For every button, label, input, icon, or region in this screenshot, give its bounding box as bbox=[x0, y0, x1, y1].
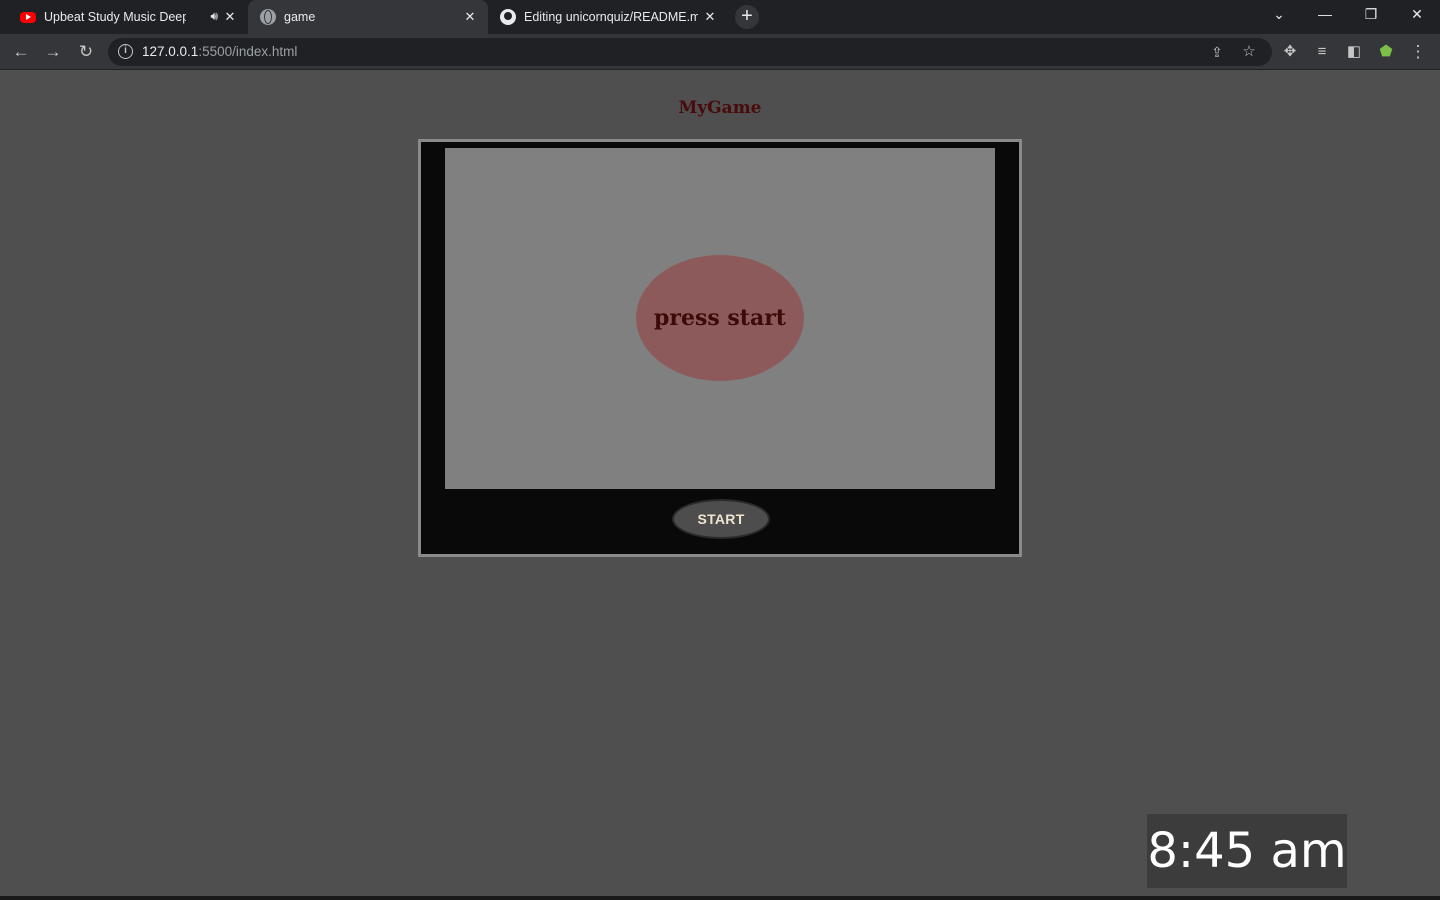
restore-icon[interactable]: ❐ bbox=[1348, 0, 1394, 30]
minimize-icon[interactable]: — bbox=[1302, 0, 1348, 30]
back-icon[interactable]: ← bbox=[9, 40, 33, 64]
game-console: press start START bbox=[418, 139, 1022, 557]
tab-github[interactable]: Editing unicornquiz/README.md ✕ bbox=[488, 0, 728, 34]
url-host: 127.0.0.1 bbox=[142, 44, 199, 59]
url-text: 127.0.0.1:5500/index.html bbox=[142, 44, 297, 59]
url-path: :5500/index.html bbox=[198, 44, 298, 59]
bottom-border bbox=[0, 896, 1440, 900]
tab-game[interactable]: game ✕ bbox=[248, 0, 488, 34]
extension-shield-icon[interactable]: ⬟ bbox=[1374, 40, 1398, 64]
start-button[interactable]: START bbox=[672, 499, 770, 539]
extensions-icon[interactable]: ✥ bbox=[1278, 40, 1302, 64]
tab-title: Editing unicornquiz/README.md bbox=[524, 10, 698, 24]
reload-icon[interactable]: ↻ bbox=[74, 40, 98, 64]
bookmark-star-icon[interactable]: ☆ bbox=[1237, 40, 1261, 64]
tab-title: game bbox=[284, 10, 316, 24]
github-icon bbox=[500, 9, 516, 25]
close-tab-icon[interactable]: ✕ bbox=[702, 9, 718, 25]
address-bar[interactable]: i 127.0.0.1:5500/index.html ⇪ ☆ bbox=[108, 38, 1272, 66]
tab-youtube[interactable]: Upbeat Study Music Deep H 🔊︎ ✕ bbox=[8, 0, 248, 34]
tab-search-icon[interactable]: ⌄ bbox=[1256, 0, 1302, 30]
youtube-icon bbox=[20, 11, 36, 23]
close-tab-icon[interactable]: ✕ bbox=[462, 9, 478, 25]
game-screen[interactable]: press start bbox=[445, 148, 995, 489]
forward-icon[interactable]: → bbox=[41, 40, 65, 64]
site-info-icon[interactable]: i bbox=[118, 44, 133, 59]
close-window-icon[interactable]: ✕ bbox=[1394, 0, 1440, 30]
speaker-icon[interactable]: 🔊︎ bbox=[210, 9, 218, 24]
tab-title: Upbeat Study Music Deep H bbox=[44, 10, 186, 24]
globe-icon bbox=[260, 9, 276, 25]
new-tab-button[interactable]: + bbox=[735, 5, 759, 29]
share-icon[interactable]: ⇪ bbox=[1205, 40, 1229, 64]
browser-toolbar: ← → ↻ i 127.0.0.1:5500/index.html ⇪ ☆ ✥ … bbox=[0, 34, 1440, 70]
tab-strip: Upbeat Study Music Deep H 🔊︎ ✕ game ✕ Ed… bbox=[0, 0, 1440, 34]
page-title: MyGame bbox=[678, 98, 762, 118]
side-panel-icon[interactable]: ◧ bbox=[1342, 40, 1366, 64]
close-tab-icon[interactable]: ✕ bbox=[222, 9, 238, 25]
media-control-icon[interactable]: ≡ bbox=[1310, 40, 1334, 64]
clock-overlay: 8:45 am bbox=[1147, 814, 1347, 888]
menu-icon[interactable]: ⋮ bbox=[1406, 40, 1430, 64]
press-start-blob: press start bbox=[636, 255, 804, 381]
